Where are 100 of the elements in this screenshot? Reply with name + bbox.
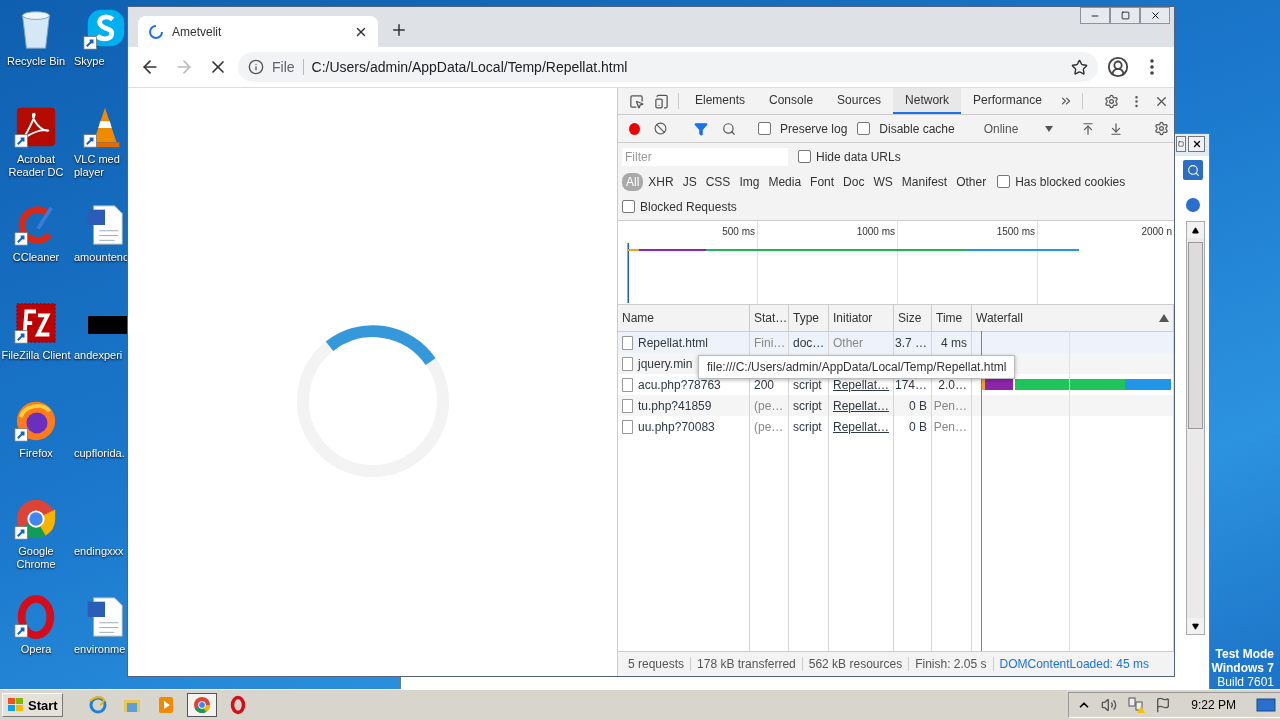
summary-text: 5 requests	[622, 657, 692, 671]
checkbox-label: Hide data URLs	[816, 149, 901, 164]
ban-icon	[654, 122, 668, 135]
table-cell: uu.php?70083	[638, 419, 715, 434]
type-filter-button[interactable]: CSS	[701, 172, 735, 191]
throttling-dropdown[interactable]: Online	[977, 119, 1060, 138]
minimize-button[interactable]	[1080, 7, 1110, 24]
initiator-link[interactable]: Repellat…	[833, 377, 890, 392]
panel-tab[interactable]: Network	[893, 88, 962, 114]
type-filter-button[interactable]: Media	[764, 172, 806, 191]
table-cell: Other	[833, 335, 863, 350]
desktop-shortcut[interactable]: CCleaner	[0, 202, 72, 264]
info-icon[interactable]	[248, 59, 264, 75]
tick-label: 1500 ms	[996, 226, 1035, 237]
column-header[interactable]: Initiator	[829, 305, 894, 331]
restore-button[interactable]	[1176, 136, 1186, 152]
type-filter-button[interactable]: WS	[869, 172, 897, 191]
column-header[interactable]: Type	[789, 305, 829, 331]
checkbox[interactable]	[857, 122, 871, 135]
initiator-link[interactable]: Repellat…	[833, 419, 890, 434]
speaker-icon[interactable]	[1101, 697, 1118, 713]
table-cell: 2.0…	[938, 377, 967, 392]
desktop-shortcut[interactable]: Google Chrome	[0, 496, 72, 571]
initiator-link[interactable]: Repellat…	[833, 398, 890, 413]
desktop-shortcut[interactable]: VLC med player	[72, 104, 126, 179]
flag-icon[interactable]	[1155, 697, 1172, 713]
desktop-shortcut[interactable]: Firefox	[0, 398, 72, 460]
type-filter-button[interactable]: Manifest	[897, 172, 952, 191]
browser-icon	[87, 695, 108, 715]
panel-tab[interactable]: Elements	[683, 88, 758, 114]
tooltip: file:///C:/Users/admin/AppData/Local/Temp/Repellat.html	[698, 355, 1016, 379]
scrollbar[interactable]	[1186, 221, 1205, 635]
column-header[interactable]: Time	[932, 305, 972, 331]
watermark-text: Test Mode	[1215, 647, 1274, 661]
table-cell: 200	[754, 377, 775, 392]
desktop-shortcut[interactable]: Recycle Bin	[0, 6, 72, 68]
thumbnail-icon	[88, 316, 128, 334]
request-row[interactable]: Repellat.html Fini… doc… Other 3.7 … 4 ms	[618, 332, 1174, 353]
table-cell: (pe…	[754, 398, 784, 413]
address-bar[interactable]: File C:/Users/admin/AppData/Local/Temp/Repellat.html	[238, 52, 1098, 82]
desktop-shortcut[interactable]: amountenc	[72, 202, 126, 264]
desktop-shortcut[interactable]: Acrobat Reader DC	[0, 104, 72, 179]
checkbox-label: Has blocked cookies	[1015, 174, 1126, 189]
type-filter-button[interactable]: XHR	[644, 172, 678, 191]
type-filter-button[interactable]: JS	[678, 172, 701, 191]
scroll-up-icon[interactable]	[1192, 226, 1199, 234]
checkbox[interactable]	[798, 150, 811, 163]
table-cell: 4 ms	[941, 335, 967, 350]
summary-text: 178 kB transferred	[691, 657, 803, 671]
summary-text: 562 kB resources	[802, 657, 910, 671]
checkbox[interactable]	[757, 122, 771, 135]
devices-icon	[654, 93, 669, 109]
start-button[interactable]: Start	[2, 693, 63, 717]
column-header[interactable]: Name	[618, 305, 750, 331]
filter-field[interactable]: Filter	[622, 147, 788, 166]
url-text: C:/Users/admin/AppData/Local/Temp/Repellat.html	[311, 59, 629, 75]
type-filter-button[interactable]: Doc	[839, 172, 869, 191]
close-button[interactable]	[1188, 136, 1205, 152]
cursor-square-icon	[629, 93, 644, 109]
network-warning-icon[interactable]	[1127, 696, 1146, 714]
panel-tab[interactable]: Console	[757, 88, 826, 114]
search-icon	[1186, 163, 1200, 177]
desktop-shortcut[interactable]: environme	[72, 594, 126, 656]
checkbox[interactable]	[997, 175, 1011, 188]
tick-label: 500 ms	[722, 226, 755, 237]
spinner-icon	[148, 23, 164, 40]
request-row[interactable]: tu.php?41859 (pe… script Repellat… 0 B Pen…	[618, 395, 1174, 416]
taskbar-button[interactable]	[186, 693, 217, 717]
column-header[interactable]: Waterfall	[972, 305, 1174, 331]
account-icon	[1107, 56, 1129, 78]
panel-tab[interactable]: Sources	[825, 88, 894, 114]
table-cell: 174…	[894, 377, 927, 392]
show-desktop-icon[interactable]	[1256, 697, 1276, 713]
column-header[interactable]: Size	[894, 305, 932, 331]
checkbox[interactable]	[622, 200, 635, 213]
desktop-shortcut[interactable]: andexperi	[72, 300, 126, 362]
column-header[interactable]: Stat…	[750, 305, 789, 331]
summary-text: Finish: 2.05 s	[909, 657, 994, 671]
search-button[interactable]	[1183, 160, 1203, 180]
record-button[interactable]	[629, 122, 641, 135]
watermark-text: Build 7601	[1217, 675, 1274, 689]
table-cell: acu.php?78763	[638, 377, 721, 392]
panel-tab[interactable]: Performance	[961, 88, 1054, 114]
type-filter-button[interactable]: Other	[952, 172, 991, 191]
type-filter-button[interactable]: Img	[735, 172, 764, 191]
table-cell: 3.7 …	[895, 335, 927, 350]
table-cell: doc…	[793, 335, 825, 350]
desktop-shortcut[interactable]: Opera	[0, 594, 72, 656]
desktop-shortcut[interactable]: Skype	[72, 6, 126, 68]
desktop-shortcut[interactable]: cupflorida.	[72, 398, 126, 460]
file-icon	[622, 377, 633, 392]
scroll-down-icon[interactable]	[1192, 622, 1199, 630]
desktop-shortcut[interactable]: FileZilla Client	[0, 300, 72, 362]
summary-link[interactable]: DOMContentLoaded: 45 ms	[993, 657, 1155, 671]
desktop-shortcut[interactable]: endingxxx	[72, 496, 126, 558]
maximize-button[interactable]	[1110, 7, 1140, 24]
bookmark-star-icon[interactable]	[1071, 58, 1088, 76]
browser-tab[interactable]: Ametvelit	[138, 16, 378, 47]
type-filter-button[interactable]: Font	[806, 172, 839, 191]
watermark-text: Windows 7	[1211, 661, 1274, 675]
